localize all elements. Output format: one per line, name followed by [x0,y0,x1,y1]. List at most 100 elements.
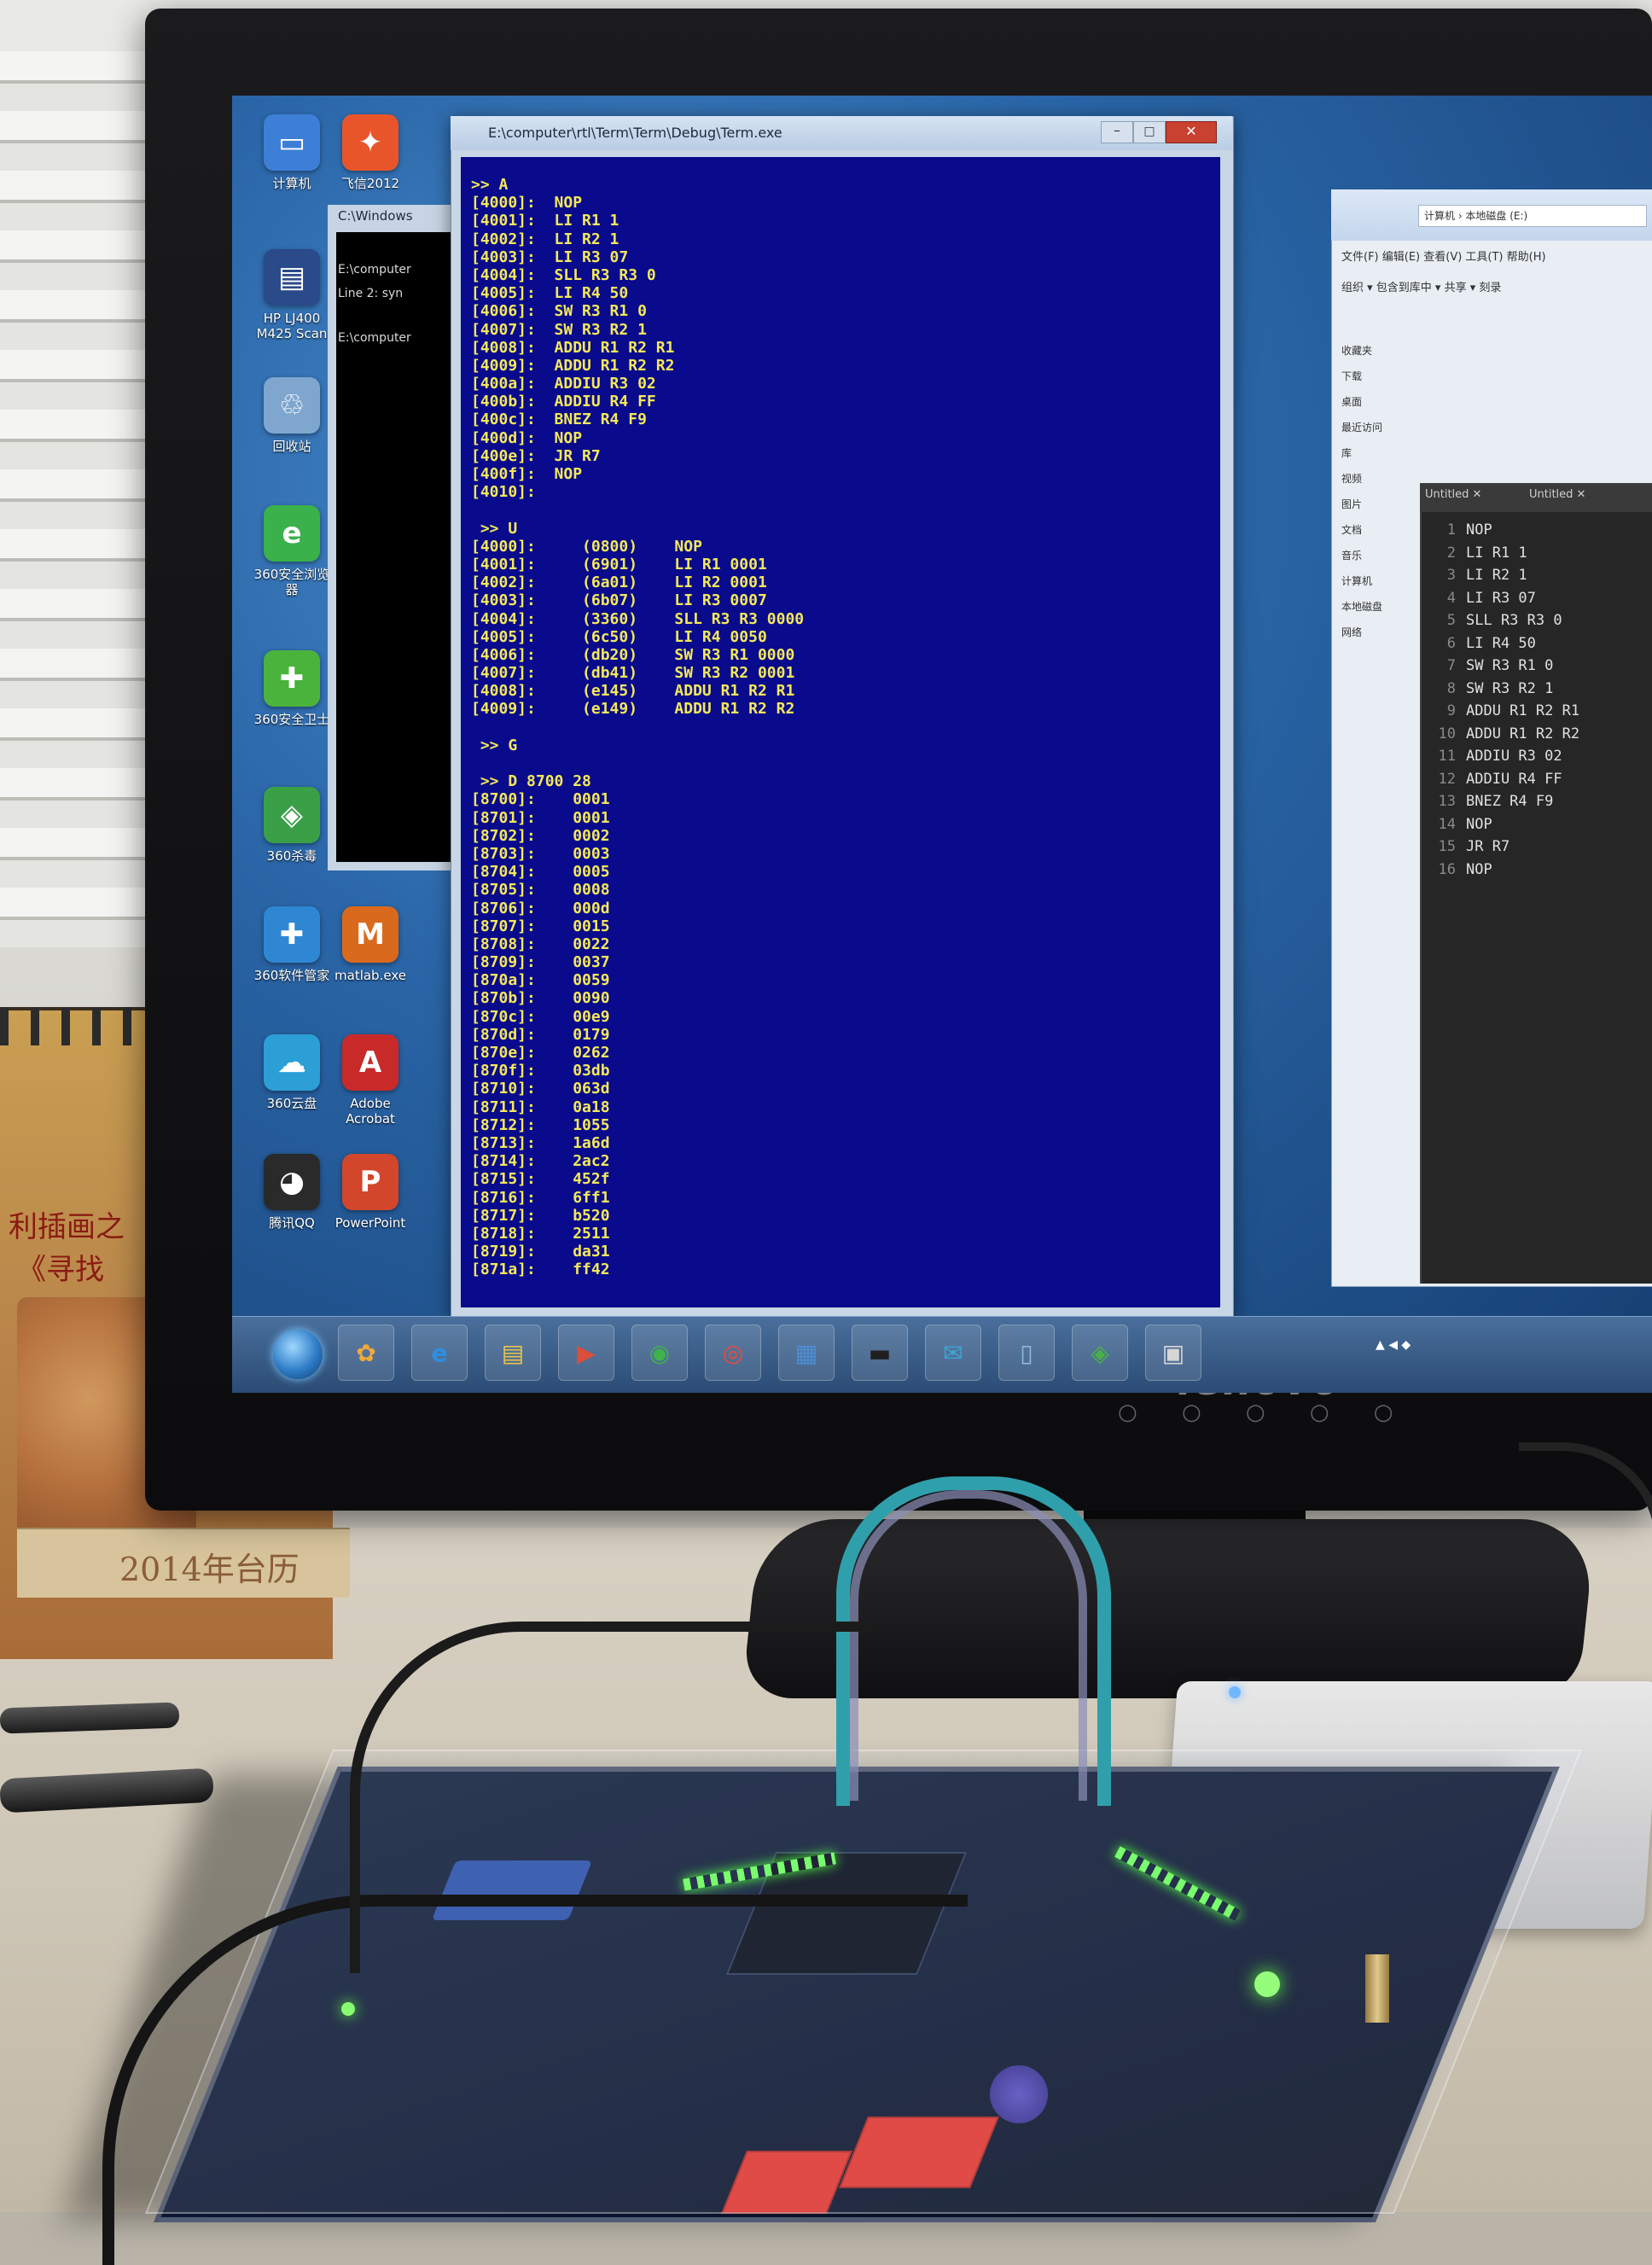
console-line: [400b]: ADDIU R4 FF [471,393,656,411]
editor-taskbar-icon[interactable]: ▣ [1145,1325,1201,1381]
line-number: 16 [1438,860,1456,878]
editor-code-area[interactable]: 1 NOP 2 LI R1 1 3 LI R2 1 4 LI R3 07 5 SLL R3 R3 … [1427,519,1649,881]
editor-tab[interactable]: Untitled ✕ [1529,488,1585,501]
console-line: [4001]: LI R1 1 [471,212,620,230]
line-number: 5 [1446,612,1456,629]
explorer-menu-bar[interactable]: 文件(F) 编辑(E) 查看(V) 工具(T) 帮助(H) [1341,247,1546,264]
explorer-folder-icon[interactable]: ▤ [485,1325,541,1381]
console-line: [8712]: 1055 [471,1115,610,1134]
console-line: [4006]: SW R3 R1 0 [471,302,647,321]
console-line: [8716]: 6ff1 [471,1188,610,1207]
editor-tab[interactable]: Untitled ✕ [1425,488,1481,501]
desktop-icon[interactable]: ▭ 计算机 [249,114,334,191]
browser-360-icon[interactable]: ◉ [631,1325,688,1381]
console-line: [870d]: 0179 [471,1025,610,1044]
desktop-icon[interactable]: ✦ 飞信2012 [328,114,413,191]
console-line: [8717]: b520 [471,1206,610,1225]
calendar-title: 利插画之 [9,1210,125,1244]
explorer-tree-item[interactable]: 桌面 [1341,394,1362,409]
explorer-tree-item[interactable]: 音乐 [1341,548,1362,562]
desktop-icon[interactable]: e 360安全浏览器 [249,505,334,597]
desktop-icon[interactable]: A Adobe Acrobat [328,1034,413,1127]
console-line: [870c]: 00e9 [471,1007,610,1026]
desktop-icon[interactable]: ▤ HP LJ400 M425 Scan [249,249,334,341]
explorer-tree-item[interactable]: 视频 [1341,471,1362,486]
console-line: >> A [471,176,509,194]
security-taskbar-icon[interactable]: ◈ [1072,1325,1128,1381]
code-text: ADDU R1 R2 R2 [1466,725,1580,742]
fetion-taskbar-icon[interactable]: ✉ [925,1325,981,1381]
console-line: [4005]: LI R4 50 [471,284,629,303]
internet-explorer-icon[interactable]: e [411,1325,468,1381]
media-player-icon[interactable]: ▶ [558,1325,614,1381]
monitor-screen: ▭计算机✦飞信2012▤HP LJ400 M425 Scan▦HP LaserJ… [232,96,1652,1393]
desktop-icon[interactable]: ✚ 360安全卫士 [249,650,334,727]
console-line: [400a]: ADDIU R3 02 [471,375,656,393]
console-output-area[interactable]: >> A [4000]: NOP [4001]: LI R1 1 [4002]: LI… [461,157,1220,1307]
desktop-icon[interactable]: ◈ 360杀毒 [249,787,334,864]
code-text: SW R3 R1 0 [1466,657,1554,674]
desktop-icon[interactable]: ✚ 360软件管家 [249,906,334,983]
cloud-disk-icon: ☁ [264,1034,320,1091]
code-text: BNEZ R4 F9 [1466,793,1554,810]
close-button[interactable]: ✕ [1166,121,1217,143]
security-icon: ✚ [264,650,320,707]
explorer-address-bar[interactable]: 计算机 › 本地磁盘 (E:) [1418,205,1647,227]
explorer-tree-item[interactable]: 文档 [1341,522,1362,537]
line-number: 8 [1446,679,1456,697]
cmd-window-title: C:\Windows [338,208,413,224]
console-line: [4007]: (db41) SW R3 R2 0001 [471,664,795,683]
line-number: 13 [1438,793,1456,810]
line-number: 10 [1438,725,1456,742]
editor-line: 7 SW R3 R1 0 [1427,655,1649,678]
explorer-tree-item[interactable]: 收藏夹 [1341,343,1372,358]
console-line: [8701]: 0001 [471,808,610,827]
explorer-tree-item[interactable]: 计算机 [1341,574,1372,588]
console-line: [4003]: LI R3 07 [471,247,629,266]
desktop-icon[interactable]: P PowerPoint [328,1154,413,1231]
desktop-icon[interactable]: Mmatlab.exe [328,906,413,983]
line-number: 11 [1438,748,1456,765]
explorer-tree-item[interactable]: 网络 [1341,625,1362,639]
desktop-icon-label: 360软件管家 [253,968,330,983]
editor-line: 9 ADDU R1 R2 R1 [1427,700,1649,723]
desktop-icon[interactable]: ♲ 回收站 [249,377,334,454]
start-button[interactable] [273,1330,323,1379]
maximize-button[interactable]: □ [1133,121,1166,143]
desktop-icon-label: 360安全卫士 [253,712,330,727]
minimize-button[interactable]: – [1101,121,1133,143]
system-tray[interactable]: ▲ ◀ ◆ [1376,1338,1411,1352]
console-line: [4009]: (e149) ADDU R1 R2 R2 [471,700,795,719]
console-line: [4008]: (e145) ADDU R1 R2 R1 [471,682,795,701]
explorer-tree-item[interactable]: 最近访问 [1341,420,1382,434]
console-line: [4006]: (db20) SW R3 R1 0000 [471,645,795,664]
code-text: JR R7 [1466,838,1510,855]
cmd-output-line: E:\computer [338,263,411,277]
desktop-icon-label: 飞信2012 [340,176,400,191]
console-line: [8703]: 0003 [471,844,610,863]
editor-line: 11 ADDIU R3 02 [1427,745,1649,768]
explorer-toolbar[interactable]: 组织 ▾ 包含到库中 ▾ 共享 ▾ 刻录 [1341,278,1501,294]
desktop-icon[interactable]: ◕ 腾讯QQ [249,1154,334,1231]
desktop-icon[interactable]: ☁ 360云盘 [249,1034,334,1111]
windows-store-icon[interactable]: ✿ [338,1325,394,1381]
chrome-icon[interactable]: ◎ [705,1325,761,1381]
explorer-tree-item[interactable]: 库 [1341,445,1352,460]
cmd-icon[interactable]: ▬ [852,1325,908,1381]
desktop-icon-label: 360杀毒 [266,848,317,864]
console-text: >> A [4000]: NOP [4001]: LI R1 1 [4002]: LI… [461,157,1220,1278]
picture-viewer-icon[interactable]: ▦ [778,1325,835,1381]
console-line: [8714]: 2ac2 [471,1152,610,1171]
editor-line: 8 SW R3 R2 1 [1427,678,1649,701]
acrobat-icon: A [342,1034,398,1091]
desktop-icon-label: 腾讯QQ [269,1215,315,1231]
explorer-tree-item[interactable]: 下载 [1341,369,1362,383]
explorer-tree-item[interactable]: 图片 [1341,497,1362,511]
line-number: 12 [1438,770,1456,788]
notepad-icon[interactable]: ▯ [998,1325,1055,1381]
ribbon-cable [850,1490,1087,1801]
explorer-tree-item[interactable]: 本地磁盘 [1341,599,1382,614]
console-line: [870b]: 0090 [471,989,610,1008]
